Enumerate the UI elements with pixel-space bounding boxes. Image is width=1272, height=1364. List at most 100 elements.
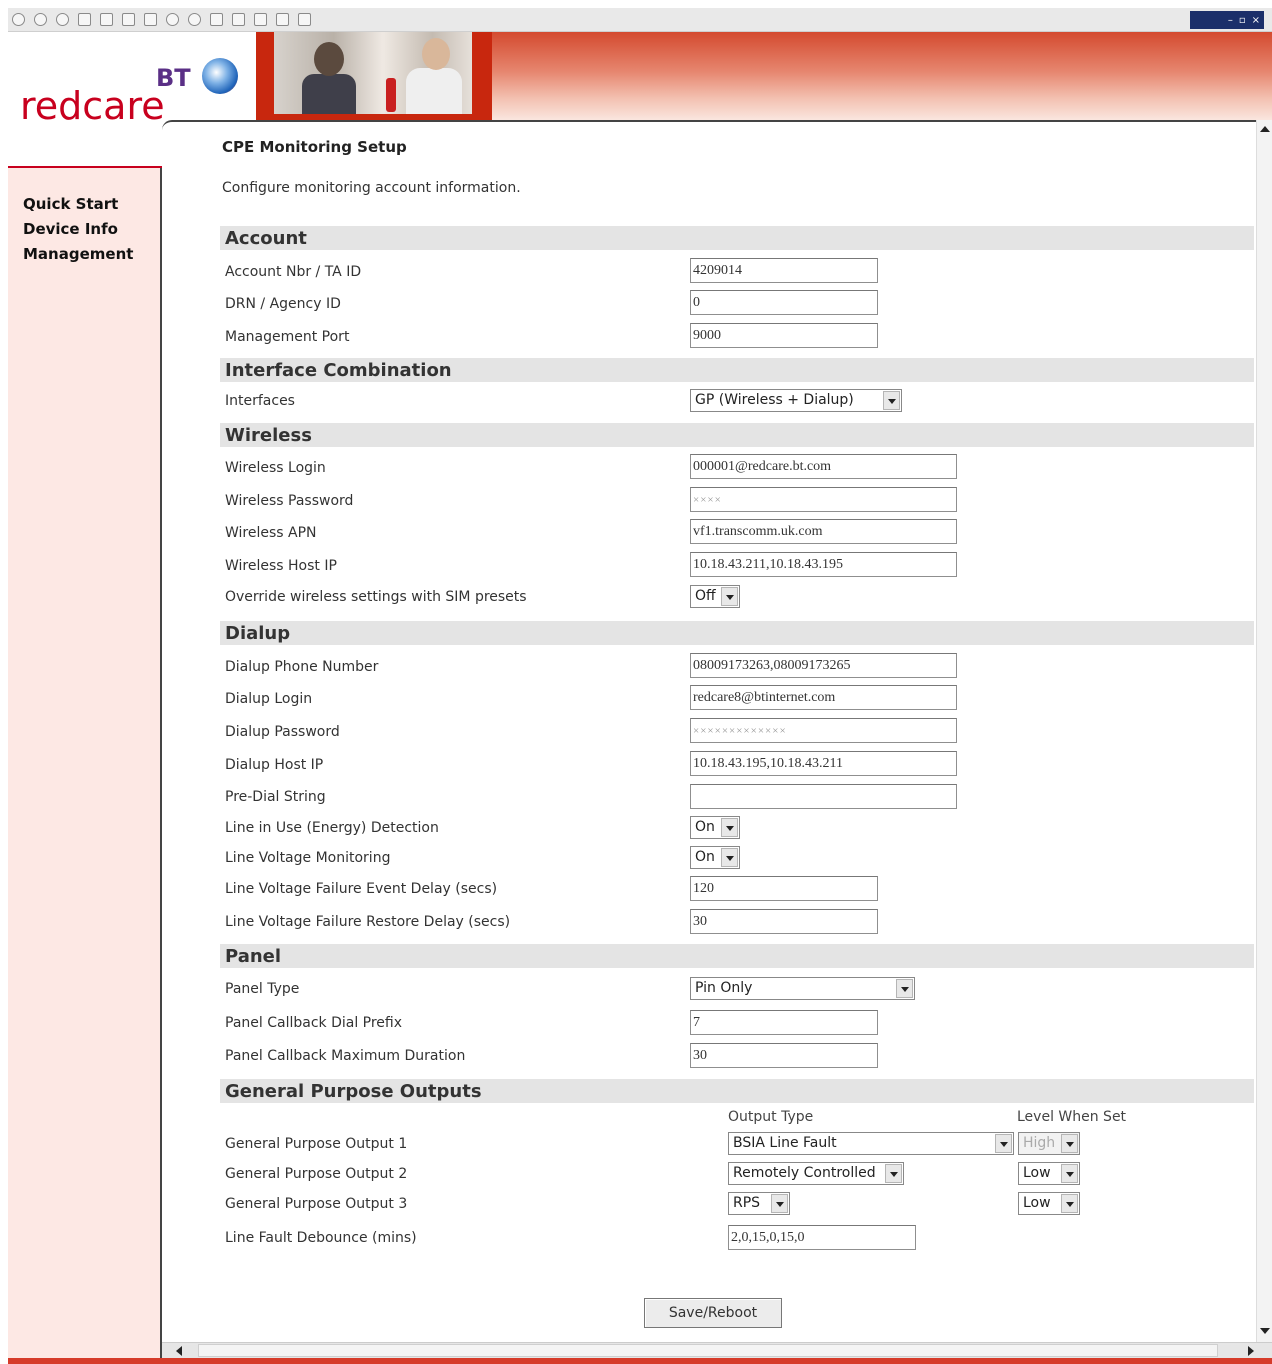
dialup-phone-label: Dialup Phone Number (225, 659, 379, 675)
failure-event-delay-label: Line Voltage Failure Event Delay (secs) (225, 881, 498, 897)
dialup-login-label: Dialup Login (225, 691, 313, 707)
line-fault-debounce-input[interactable]: 2,0,15,0,15,0 (728, 1225, 916, 1250)
wireless-host-ip-label: Wireless Host IP (225, 558, 337, 574)
section-general-purpose-outputs: General Purpose Outputs (220, 1079, 1254, 1103)
sidebar-nav: Quick Start Device Info Management (23, 192, 133, 267)
dialup-password-input[interactable]: ××××××××××××× (690, 718, 957, 743)
media-icon[interactable] (166, 13, 179, 26)
chevron-down-icon (885, 1164, 902, 1183)
forward-icon[interactable] (34, 13, 47, 26)
gpo-1-level-select: High (1018, 1132, 1080, 1155)
dialup-login-input[interactable]: redcare8@btinternet.com (690, 685, 957, 710)
history-icon[interactable] (188, 13, 201, 26)
edit-icon[interactable] (254, 13, 267, 26)
header-banner (492, 32, 1272, 120)
section-panel: Panel (220, 944, 1254, 968)
dialup-password-label: Dialup Password (225, 724, 340, 740)
sidebar-item-device-info[interactable]: Device Info (23, 217, 133, 242)
wireless-apn-input[interactable]: vf1.transcomm.uk.com (690, 519, 957, 544)
vertical-scrollbar[interactable] (1256, 120, 1272, 1342)
wireless-login-label: Wireless Login (225, 460, 326, 476)
discuss-icon[interactable] (276, 13, 289, 26)
failure-restore-delay-input[interactable]: 30 (690, 909, 878, 934)
restore-button[interactable]: ▫ (1239, 15, 1246, 26)
browser-toolbar: – ▫ × (8, 8, 1272, 32)
dialup-host-ip-label: Dialup Host IP (225, 757, 324, 773)
wireless-login-input[interactable]: 000001@redcare.bt.com (690, 454, 957, 479)
print-icon[interactable] (232, 13, 245, 26)
line-in-use-label: Line in Use (Energy) Detection (225, 820, 439, 836)
drn-label: DRN / Agency ID (225, 296, 341, 312)
page-description: Configure monitoring account information… (222, 180, 521, 196)
panel-type-label: Panel Type (225, 981, 300, 997)
interfaces-label: Interfaces (225, 393, 295, 409)
close-button[interactable]: × (1252, 15, 1260, 26)
failure-restore-delay-label: Line Voltage Failure Restore Delay (secs… (225, 914, 511, 930)
wireless-host-ip-input[interactable]: 10.18.43.211,10.18.43.195 (690, 552, 957, 577)
favorites-icon[interactable] (144, 13, 157, 26)
gpo-3-type-select[interactable]: RPS (728, 1192, 790, 1215)
home-icon[interactable] (100, 13, 113, 26)
panel-callback-prefix-input[interactable]: 7 (690, 1010, 878, 1035)
line-in-use-select[interactable]: On (690, 816, 740, 839)
chevron-down-icon (771, 1194, 788, 1213)
section-interface-combination: Interface Combination (220, 358, 1254, 382)
minimize-button[interactable]: – (1228, 15, 1233, 26)
save-reboot-button[interactable]: Save/Reboot (644, 1298, 782, 1328)
back-icon[interactable] (12, 13, 25, 26)
gpo-2-type-select[interactable]: Remotely Controlled (728, 1162, 904, 1185)
panel-callback-duration-input[interactable]: 30 (690, 1043, 878, 1068)
sidebar-item-quick-start[interactable]: Quick Start (23, 192, 133, 217)
management-port-input[interactable]: 9000 (690, 323, 878, 348)
page-header: redcare BT (8, 32, 1272, 128)
browser-window: – ▫ × redcare BT Quick Start Device Info… (0, 0, 1272, 1364)
override-sim-select[interactable]: Off (690, 585, 740, 608)
scroll-right-icon[interactable] (1248, 1346, 1254, 1356)
scroll-left-icon[interactable] (176, 1346, 182, 1356)
level-when-set-column-header: Level When Set (1017, 1109, 1127, 1125)
bt-logo: BT (156, 64, 191, 92)
management-port-label: Management Port (225, 329, 350, 345)
gpo-2-level-select[interactable]: Low (1018, 1162, 1080, 1185)
horizontal-scrollbar[interactable] (162, 1342, 1272, 1358)
mail-icon[interactable] (210, 13, 223, 26)
dialup-phone-input[interactable]: 08009173263,08009173265 (690, 653, 957, 678)
chevron-down-icon (883, 391, 900, 410)
scroll-up-icon[interactable] (1260, 126, 1270, 132)
stop-icon[interactable] (56, 13, 69, 26)
gpo-1-type-select[interactable]: BSIA Line Fault (728, 1132, 1014, 1155)
chevron-down-icon (721, 818, 738, 837)
account-nbr-label: Account Nbr / TA ID (225, 264, 362, 280)
dialup-host-ip-input[interactable]: 10.18.43.195,10.18.43.211 (690, 751, 957, 776)
page-title: CPE Monitoring Setup (222, 138, 407, 156)
line-voltage-monitoring-label: Line Voltage Monitoring (225, 850, 391, 866)
section-wireless: Wireless (220, 423, 1254, 447)
wireless-password-label: Wireless Password (225, 493, 354, 509)
search-icon[interactable] (122, 13, 135, 26)
panel-type-select[interactable]: Pin Only (690, 977, 915, 1000)
horizontal-scroll-thumb[interactable] (198, 1344, 1218, 1357)
pre-dial-label: Pre-Dial String (225, 789, 326, 805)
section-account: Account (220, 226, 1254, 250)
output-type-column-header: Output Type (728, 1109, 814, 1125)
account-nbr-input[interactable]: 4209014 (690, 258, 878, 283)
chevron-down-icon (896, 979, 913, 998)
scroll-down-icon[interactable] (1260, 1328, 1270, 1334)
gpo-3-level-select[interactable]: Low (1018, 1192, 1080, 1215)
gpo-1-label: General Purpose Output 1 (225, 1136, 408, 1152)
line-voltage-monitoring-select[interactable]: On (690, 846, 740, 869)
refresh-icon[interactable] (78, 13, 91, 26)
main-content: CPE Monitoring Setup Configure monitorin… (162, 120, 1256, 1342)
chevron-down-icon (1061, 1134, 1078, 1153)
messenger-icon[interactable] (298, 13, 311, 26)
sidebar-item-management[interactable]: Management (23, 242, 133, 267)
failure-event-delay-input[interactable]: 120 (690, 876, 878, 901)
chevron-down-icon (721, 848, 738, 867)
wireless-password-input[interactable]: ×××× (690, 487, 957, 512)
bt-globe-icon (202, 58, 238, 94)
drn-input[interactable]: 0 (690, 290, 878, 315)
pre-dial-input[interactable] (690, 784, 957, 809)
window-controls: – ▫ × (1190, 11, 1264, 29)
header-photo (274, 32, 472, 114)
interfaces-select[interactable]: GP (Wireless + Dialup) (690, 389, 902, 412)
